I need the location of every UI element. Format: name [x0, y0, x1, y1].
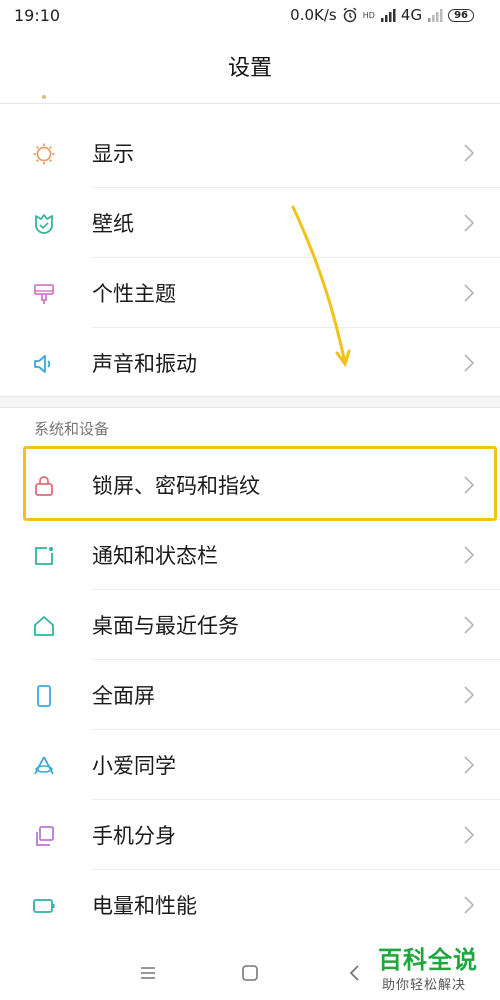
chevron-right-icon — [462, 142, 476, 164]
settings-item-label: 全面屏 — [92, 684, 155, 708]
settings-item-xiaoai[interactable]: 小爱同学 — [0, 730, 500, 800]
page-title: 设置 — [227, 56, 272, 81]
alarm-icon — [342, 7, 358, 23]
settings-item-battery[interactable]: 电量和性能 — [0, 870, 500, 940]
settings-item-label: 电量和性能 — [92, 894, 197, 918]
settings-item-display[interactable]: 显示 — [0, 118, 500, 188]
settings-item-label: 显示 — [92, 142, 134, 166]
settings-item-fullscreen[interactable]: 全面屏 — [0, 660, 500, 730]
chevron-right-icon — [462, 824, 476, 846]
settings-item-label: 桌面与最近任务 — [92, 614, 239, 638]
network-type: 4G — [400, 6, 423, 24]
chevron-right-icon — [462, 282, 476, 304]
home-square-icon[interactable] — [238, 961, 262, 985]
settings-item-notifications[interactable]: 通知和状态栏 — [0, 520, 500, 590]
status-bar: 19:10 0.0K/s HD 4G 96 — [0, 0, 500, 34]
battery-icon — [32, 894, 56, 918]
section-header: 系统和设备 — [34, 420, 110, 438]
highlight-box — [23, 446, 497, 521]
back-icon[interactable] — [343, 961, 367, 985]
hd-badge: HD — [362, 10, 375, 20]
xiaoai-icon — [32, 754, 56, 778]
settings-item-label: 声音和振动 — [92, 352, 197, 376]
chevron-right-icon — [462, 212, 476, 234]
notification-icon — [32, 544, 56, 568]
settings-item-label: 小爱同学 — [92, 754, 176, 778]
partial-icon — [42, 95, 46, 99]
chevron-right-icon — [462, 894, 476, 916]
chevron-right-icon — [462, 544, 476, 566]
speaker-icon — [32, 352, 56, 376]
sun-icon — [32, 142, 56, 166]
menu-icon[interactable] — [136, 961, 160, 985]
settings-item-desktop[interactable]: 桌面与最近任务 — [0, 590, 500, 660]
network-speed: 0.0K/s — [290, 6, 337, 24]
settings-item-theme[interactable]: 个性主题 — [0, 258, 500, 328]
chevron-right-icon — [462, 684, 476, 706]
settings-section-system: 锁屏、密码和指纹 通知和状态栏 桌面与最近任务 全面屏 小爱同学 手机分身 电量… — [0, 450, 500, 940]
phone-icon — [32, 684, 56, 708]
settings-item-label: 壁纸 — [92, 212, 134, 236]
signal-weak-icon — [427, 8, 443, 22]
section-separator — [0, 396, 500, 408]
scrolled-list-edge — [0, 95, 500, 104]
settings-item-wallpaper[interactable]: 壁纸 — [0, 188, 500, 258]
chevron-right-icon — [462, 754, 476, 776]
settings-item-sound[interactable]: 声音和振动 — [0, 328, 500, 398]
title-bar: 设置 — [0, 40, 500, 98]
watermark-subtitle: 助你轻松解决 — [382, 978, 467, 993]
clone-icon — [32, 824, 56, 848]
settings-item-dual-apps[interactable]: 手机分身 — [0, 800, 500, 870]
settings-item-label: 手机分身 — [92, 824, 176, 848]
watermark-logo: 百科全说 助你轻松解决 — [376, 940, 496, 998]
settings-item-label: 个性主题 — [92, 282, 176, 306]
chevron-right-icon — [462, 352, 476, 374]
status-time: 19:10 — [14, 6, 61, 25]
settings-section-personalization: 显示 壁纸 个性主题 声音和振动 — [0, 118, 500, 398]
home-icon — [32, 614, 56, 638]
status-indicators: 0.0K/s HD 4G 96 — [290, 6, 474, 24]
chevron-right-icon — [462, 614, 476, 636]
watermark-title: 百科全说 — [378, 946, 478, 974]
signal-icon — [380, 8, 396, 22]
battery-indicator: 96 — [448, 8, 474, 22]
wallpaper-icon — [32, 212, 56, 236]
theme-brush-icon — [32, 282, 56, 306]
settings-item-label: 通知和状态栏 — [92, 544, 218, 568]
